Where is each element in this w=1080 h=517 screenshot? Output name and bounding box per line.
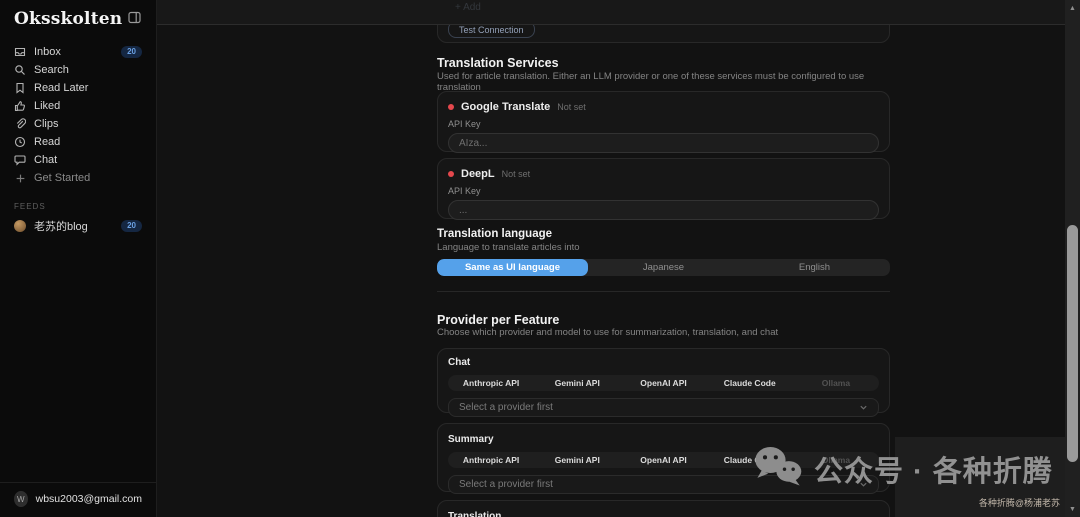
provider-tab-ollama[interactable]: Ollama xyxy=(793,375,879,391)
feature-title: Chat xyxy=(448,357,471,368)
section-divider xyxy=(437,291,890,292)
provider-tab-strip: Anthropic API Gemini API OpenAI API Clau… xyxy=(448,452,879,468)
feature-card-chat: Chat Anthropic API Gemini API OpenAI API… xyxy=(437,348,890,417)
provider-tab-gemini[interactable]: Gemini API xyxy=(534,452,620,468)
app-window: Oksskolten Inbox 20 Search Read Later Li… xyxy=(0,0,1080,517)
sidebar-item-chat[interactable]: Chat xyxy=(0,151,156,169)
scrollbar[interactable]: ▲ ▼ xyxy=(1065,0,1080,517)
status-dot xyxy=(448,104,454,110)
segment-japanese[interactable]: Japanese xyxy=(588,259,739,276)
feed-unread-badge: 20 xyxy=(121,220,142,232)
sidebar-item-liked[interactable]: Liked xyxy=(0,97,156,115)
plus-icon xyxy=(14,172,26,184)
api-key-label: API Key xyxy=(448,186,481,196)
translation-services-title: Translation Services xyxy=(437,56,559,70)
provider-tab-claude-code[interactable]: Claude Code xyxy=(707,375,793,391)
sidebar-item-read-later[interactable]: Read Later xyxy=(0,79,156,97)
provider-per-feature-title: Provider per Feature xyxy=(437,313,560,327)
panel-toggle-button[interactable] xyxy=(126,9,143,29)
account-avatar: W xyxy=(14,491,28,507)
summary-model-select[interactable]: Select a provider first xyxy=(448,475,879,494)
translation-language-segment: Same as UI language Japanese English xyxy=(437,259,890,276)
provider-tab-claude-code[interactable]: Claude Code xyxy=(707,452,793,468)
sidebar-item-inbox[interactable]: Inbox 20 xyxy=(0,43,156,61)
provider-tab-anthropic[interactable]: Anthropic API xyxy=(448,375,534,391)
sidebar-item-clips[interactable]: Clips xyxy=(0,115,156,133)
model-select-placeholder: Select a provider first xyxy=(459,479,553,490)
provider-per-feature-subtitle: Choose which provider and model to use f… xyxy=(437,327,779,338)
feature-card-translation: Translation xyxy=(437,500,890,517)
service-name: Google Translate xyxy=(461,101,551,113)
model-select-placeholder: Select a provider first xyxy=(459,402,553,413)
feed-item[interactable]: 老苏的blog 20 xyxy=(0,217,156,235)
scrollbar-thumb[interactable] xyxy=(1067,225,1078,462)
feature-title: Summary xyxy=(448,434,494,445)
sidebar-item-label: Get Started xyxy=(34,172,91,184)
provider-tab-openai[interactable]: OpenAI API xyxy=(620,375,706,391)
app-title: Oksskolten xyxy=(14,9,123,29)
sidebar-item-label: Search xyxy=(34,64,69,76)
clock-icon xyxy=(14,136,26,148)
panel-toggle-icon xyxy=(128,11,141,27)
provider-tab-ollama[interactable]: Ollama xyxy=(793,452,879,468)
main-header: + Add xyxy=(157,0,1080,25)
sidebar-item-get-started[interactable]: Get Started xyxy=(0,169,156,187)
sidebar-nav: Inbox 20 Search Read Later Liked Clips R… xyxy=(0,43,156,187)
sidebar-item-label: Inbox xyxy=(34,46,61,58)
feed-avatar xyxy=(14,220,26,232)
account-row[interactable]: W wbsu2003@gmail.com xyxy=(0,482,156,517)
sidebar-item-label: Chat xyxy=(34,154,58,166)
unread-badge: 20 xyxy=(121,46,142,58)
service-status: Not set xyxy=(501,169,531,179)
sidebar: Oksskolten Inbox 20 Search Read Later Li… xyxy=(0,0,157,517)
bookmark-icon xyxy=(14,82,26,94)
translation-language-subtitle: Language to translate articles into xyxy=(437,242,580,253)
provider-tab-gemini[interactable]: Gemini API xyxy=(534,375,620,391)
feeds-section-label: FEEDS xyxy=(14,202,46,211)
deepl-card: DeepL Not set API Key xyxy=(437,158,890,220)
chevron-down-icon xyxy=(859,403,868,412)
chat-model-select[interactable]: Select a provider first xyxy=(448,398,879,417)
status-dot xyxy=(448,171,454,177)
watermark-credit: 各种折腾@杨浦老苏 xyxy=(978,498,1060,508)
segment-same-as-ui-language[interactable]: Same as UI language xyxy=(437,259,588,276)
sidebar-item-label: Liked xyxy=(34,100,61,112)
provider-tab-openai[interactable]: OpenAI API xyxy=(620,452,706,468)
sidebar-item-label: Clips xyxy=(34,118,59,130)
translation-language-title: Translation language xyxy=(437,228,553,240)
service-name: DeepL xyxy=(461,168,495,180)
feature-title: Translation xyxy=(448,511,502,517)
segment-english[interactable]: English xyxy=(739,259,890,276)
provider-tab-strip: Anthropic API Gemini API OpenAI API Clau… xyxy=(448,375,879,391)
sidebar-item-read[interactable]: Read xyxy=(0,133,156,151)
chevron-down-icon xyxy=(859,480,868,489)
thumbs-up-icon xyxy=(14,100,26,112)
feature-card-summary: Summary Anthropic API Gemini API OpenAI … xyxy=(437,423,890,494)
feed-label: 老苏的blog xyxy=(34,221,88,233)
sidebar-item-label: Read xyxy=(34,136,61,148)
translation-services-subtitle: Used for article translation. Either an … xyxy=(437,71,865,93)
account-email: wbsu2003@gmail.com xyxy=(35,493,142,505)
paperclip-icon xyxy=(14,118,26,130)
google-api-key-input[interactable] xyxy=(448,133,879,153)
service-status: Not set xyxy=(557,102,586,112)
api-key-label: API Key xyxy=(448,119,481,129)
scroll-up-icon[interactable]: ▲ xyxy=(1065,2,1080,14)
inbox-icon xyxy=(14,46,26,58)
provider-tab-anthropic[interactable]: Anthropic API xyxy=(448,452,534,468)
deepl-api-key-input[interactable] xyxy=(448,200,879,220)
chat-icon xyxy=(14,154,26,166)
search-icon xyxy=(14,64,26,76)
add-button-faint[interactable]: + Add xyxy=(455,2,481,13)
google-translate-card: Google Translate Not set API Key xyxy=(437,91,890,153)
sidebar-item-label: Read Later xyxy=(34,82,89,94)
sidebar-item-search[interactable]: Search xyxy=(0,61,156,79)
scroll-down-icon[interactable]: ▼ xyxy=(1065,503,1080,515)
